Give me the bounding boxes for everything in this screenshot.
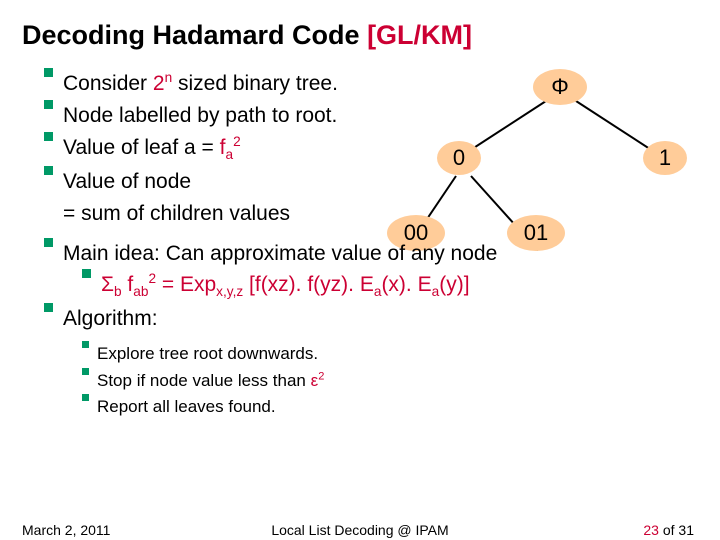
bullet-icon — [44, 68, 53, 77]
title-text: Decoding Hadamard Code — [22, 20, 367, 50]
bullet-icon — [44, 238, 53, 247]
bullet-text: Main idea: Can approximate value of any … — [63, 238, 684, 270]
text: Consider — [63, 72, 153, 95]
text: f — [122, 273, 134, 296]
text: [f(xz). f(yz). E — [243, 273, 374, 296]
subscript: b — [114, 285, 122, 300]
bullet-text: Consider 2n sized binary tree. — [63, 68, 684, 100]
formula: Σb fab2 = Expx,y,z [f(xz). f(yz). Ea(x).… — [101, 269, 470, 303]
subscript: ab — [133, 285, 148, 300]
bullet-icon — [82, 269, 91, 278]
bullet-icon — [44, 303, 53, 312]
sub-bullet-item: Σb fab2 = Expx,y,z [f(xz). f(yz). Ea(x).… — [82, 269, 684, 303]
text: = Exp — [156, 273, 216, 296]
bullet-item: Consider 2n sized binary tree. — [44, 68, 684, 100]
bullet-item: Main idea: Can approximate value of any … — [44, 238, 684, 270]
bullet-text: Explore tree root downwards. — [97, 341, 318, 367]
bullet-icon — [82, 394, 89, 401]
bullet-icon — [44, 100, 53, 109]
footer-pager: 23 of 31 — [643, 522, 694, 538]
highlight: ε2 — [311, 371, 325, 390]
bullet-text: Stop if node value less than ε2 — [97, 368, 324, 394]
text: 2 — [153, 72, 165, 95]
superscript: 2 — [233, 134, 241, 149]
sigma: Σ — [101, 273, 114, 296]
bullet-text: Value of leaf a = fa2 — [63, 132, 684, 166]
text: Stop if node value less than — [97, 371, 311, 390]
sub-bullet-item: Stop if node value less than ε2 — [82, 368, 684, 394]
bullet-text: Value of node — [63, 166, 684, 198]
bullet-icon — [82, 368, 89, 375]
sub-bullet-item: Explore tree root downwards. — [82, 341, 684, 367]
subscript: a — [225, 147, 233, 162]
bullet-text: Report all leaves found. — [97, 394, 276, 420]
bullet-icon — [44, 132, 53, 141]
bullet-icon — [82, 341, 89, 348]
bullet-item: Value of node — [44, 166, 684, 198]
text: (x). E — [381, 273, 431, 296]
superscript: 2 — [318, 370, 324, 382]
highlight: 2n — [153, 72, 172, 95]
slide: Decoding Hadamard Code [GL/KM] Φ 0 1 00 … — [0, 0, 720, 540]
bullet-item: Algorithm: — [44, 303, 684, 335]
bullet-item: Value of leaf a = fa2 — [44, 132, 684, 166]
bullet-text: Node labelled by path to root. — [63, 100, 684, 132]
text: (y)] — [439, 273, 469, 296]
content-area: Consider 2n sized binary tree. Node labe… — [44, 68, 684, 420]
bullet-text: = sum of children values — [63, 198, 684, 230]
highlight: fa2 — [220, 136, 241, 159]
page-total: of 31 — [659, 522, 694, 538]
slide-title: Decoding Hadamard Code [GL/KM] — [22, 20, 472, 51]
footer-title: Local List Decoding @ IPAM — [0, 522, 720, 538]
title-reference: [GL/KM] — [367, 20, 472, 50]
subscript: x,y,z — [216, 285, 243, 300]
bullet-text: Algorithm: — [63, 303, 684, 335]
sub-bullet-item: Report all leaves found. — [82, 394, 684, 420]
page-number: 23 — [643, 522, 659, 538]
bullet-item: Node labelled by path to root. — [44, 100, 684, 132]
bullet-icon — [44, 166, 53, 175]
superscript: 2 — [148, 271, 156, 286]
bullet-continuation: = sum of children values — [63, 198, 684, 230]
text: Value of leaf a = — [63, 136, 220, 159]
text: sized binary tree. — [172, 72, 338, 95]
